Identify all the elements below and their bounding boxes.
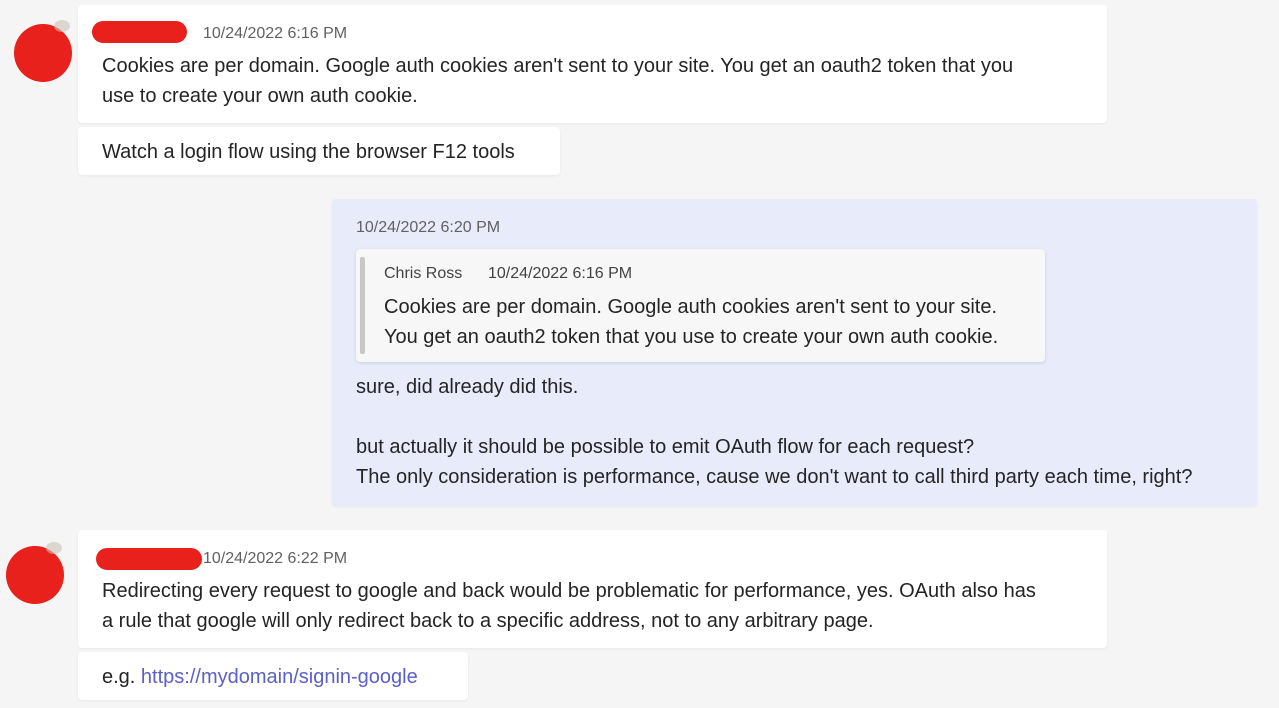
- quote-bar: [360, 257, 365, 354]
- message-text-line: sure, did already did this.: [356, 376, 579, 398]
- quote-author: Chris Ross: [384, 265, 463, 282]
- redacted-author-name: [96, 548, 202, 570]
- chat-thread: 10/24/2022 6:16 PM Cookies are per domai…: [0, 0, 1279, 708]
- message-timestamp: 10/24/2022 6:20 PM: [356, 219, 501, 236]
- quote-timestamp: 10/24/2022 6:16 PM: [488, 265, 633, 282]
- avatar[interactable]: [6, 542, 64, 604]
- message-text-line: The only consideration is performance, c…: [356, 466, 1193, 488]
- message-bubble-followup[interactable]: Watch a login flow using the browser F12…: [78, 127, 560, 175]
- quote-text-line: You get an oauth2 token that you use to …: [384, 326, 999, 348]
- message-text: e.g. https://mydomain/signin-google: [102, 662, 418, 692]
- message-bubble[interactable]: 10/24/2022 6:22 PM Redirecting every req…: [78, 530, 1107, 648]
- avatar[interactable]: [14, 20, 72, 82]
- message-text-line: but actually it should be possible to em…: [356, 436, 975, 458]
- message-text-line: a rule that google will only redirect ba…: [102, 610, 874, 632]
- message-text-line: Redirecting every request to google and …: [102, 580, 1036, 602]
- message-text-line: use to create your own auth cookie.: [102, 85, 418, 107]
- message-timestamp: 10/24/2022 6:22 PM: [203, 550, 348, 567]
- quoted-message[interactable]: Chris Ross 10/24/2022 6:16 PM Cookies ar…: [356, 249, 1045, 362]
- signin-google-link[interactable]: https://mydomain/signin-google: [141, 666, 418, 688]
- message-bubble-followup[interactable]: e.g. https://mydomain/signin-google: [78, 652, 468, 700]
- message-text: Watch a login flow using the browser F12…: [102, 141, 515, 163]
- redacted-author-name: [92, 21, 187, 43]
- message-text-line: Cookies are per domain. Google auth cook…: [102, 55, 1014, 77]
- my-message-bubble[interactable]: 10/24/2022 6:20 PM Chris Ross 10/24/2022…: [332, 199, 1257, 506]
- message-timestamp: 10/24/2022 6:16 PM: [203, 25, 348, 42]
- message-bubble[interactable]: 10/24/2022 6:16 PM Cookies are per domai…: [78, 5, 1107, 123]
- quote-text-line: Cookies are per domain. Google auth cook…: [384, 296, 998, 318]
- message-text-prefix: e.g.: [102, 666, 141, 688]
